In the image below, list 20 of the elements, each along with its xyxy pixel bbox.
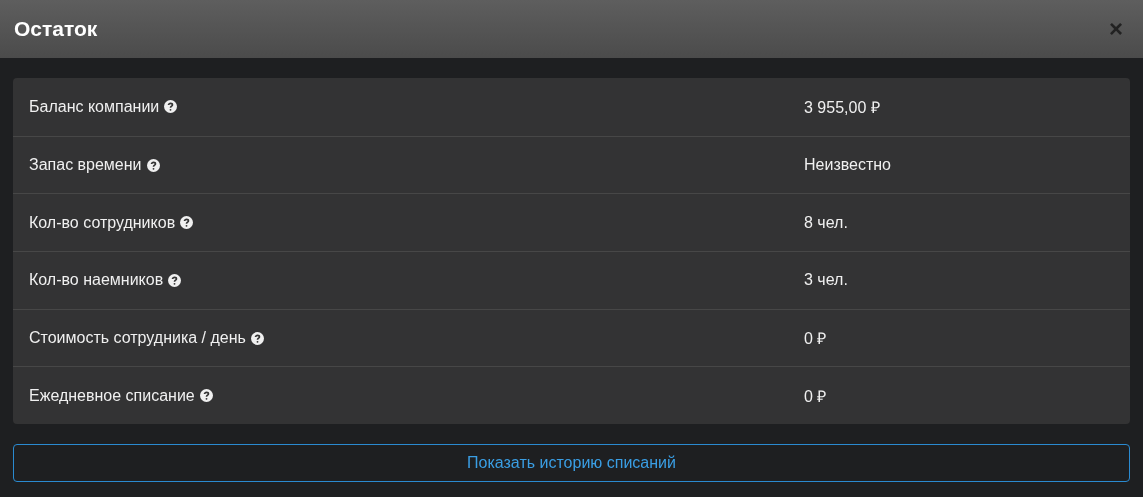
help-icon[interactable]	[146, 158, 160, 172]
row-value: 8 чел.	[804, 213, 848, 232]
row-label: Стоимость сотрудника / день	[29, 329, 246, 348]
help-icon[interactable]	[250, 331, 264, 345]
row-label: Кол-во наемников	[29, 271, 164, 290]
help-icon[interactable]	[168, 273, 182, 287]
help-icon[interactable]	[164, 100, 178, 114]
row-label: Запас времени	[29, 156, 142, 175]
row-label: Ежедневное списание	[29, 386, 195, 405]
help-icon[interactable]	[199, 389, 213, 403]
row-label: Баланс компании	[29, 97, 160, 116]
row-value: 0 ₽	[804, 386, 827, 407]
row-label: Кол-во сотрудников	[29, 213, 176, 232]
row-value: 3 чел.	[804, 271, 848, 290]
window-title: Остаток	[14, 17, 98, 41]
help-icon[interactable]	[180, 216, 194, 230]
row-value: 3 955,00 ₽	[804, 97, 880, 118]
row-value: Неизвестно	[804, 156, 891, 175]
history-button[interactable]: Показать историю списаний	[13, 444, 1130, 483]
row-value: 0 ₽	[804, 329, 827, 350]
